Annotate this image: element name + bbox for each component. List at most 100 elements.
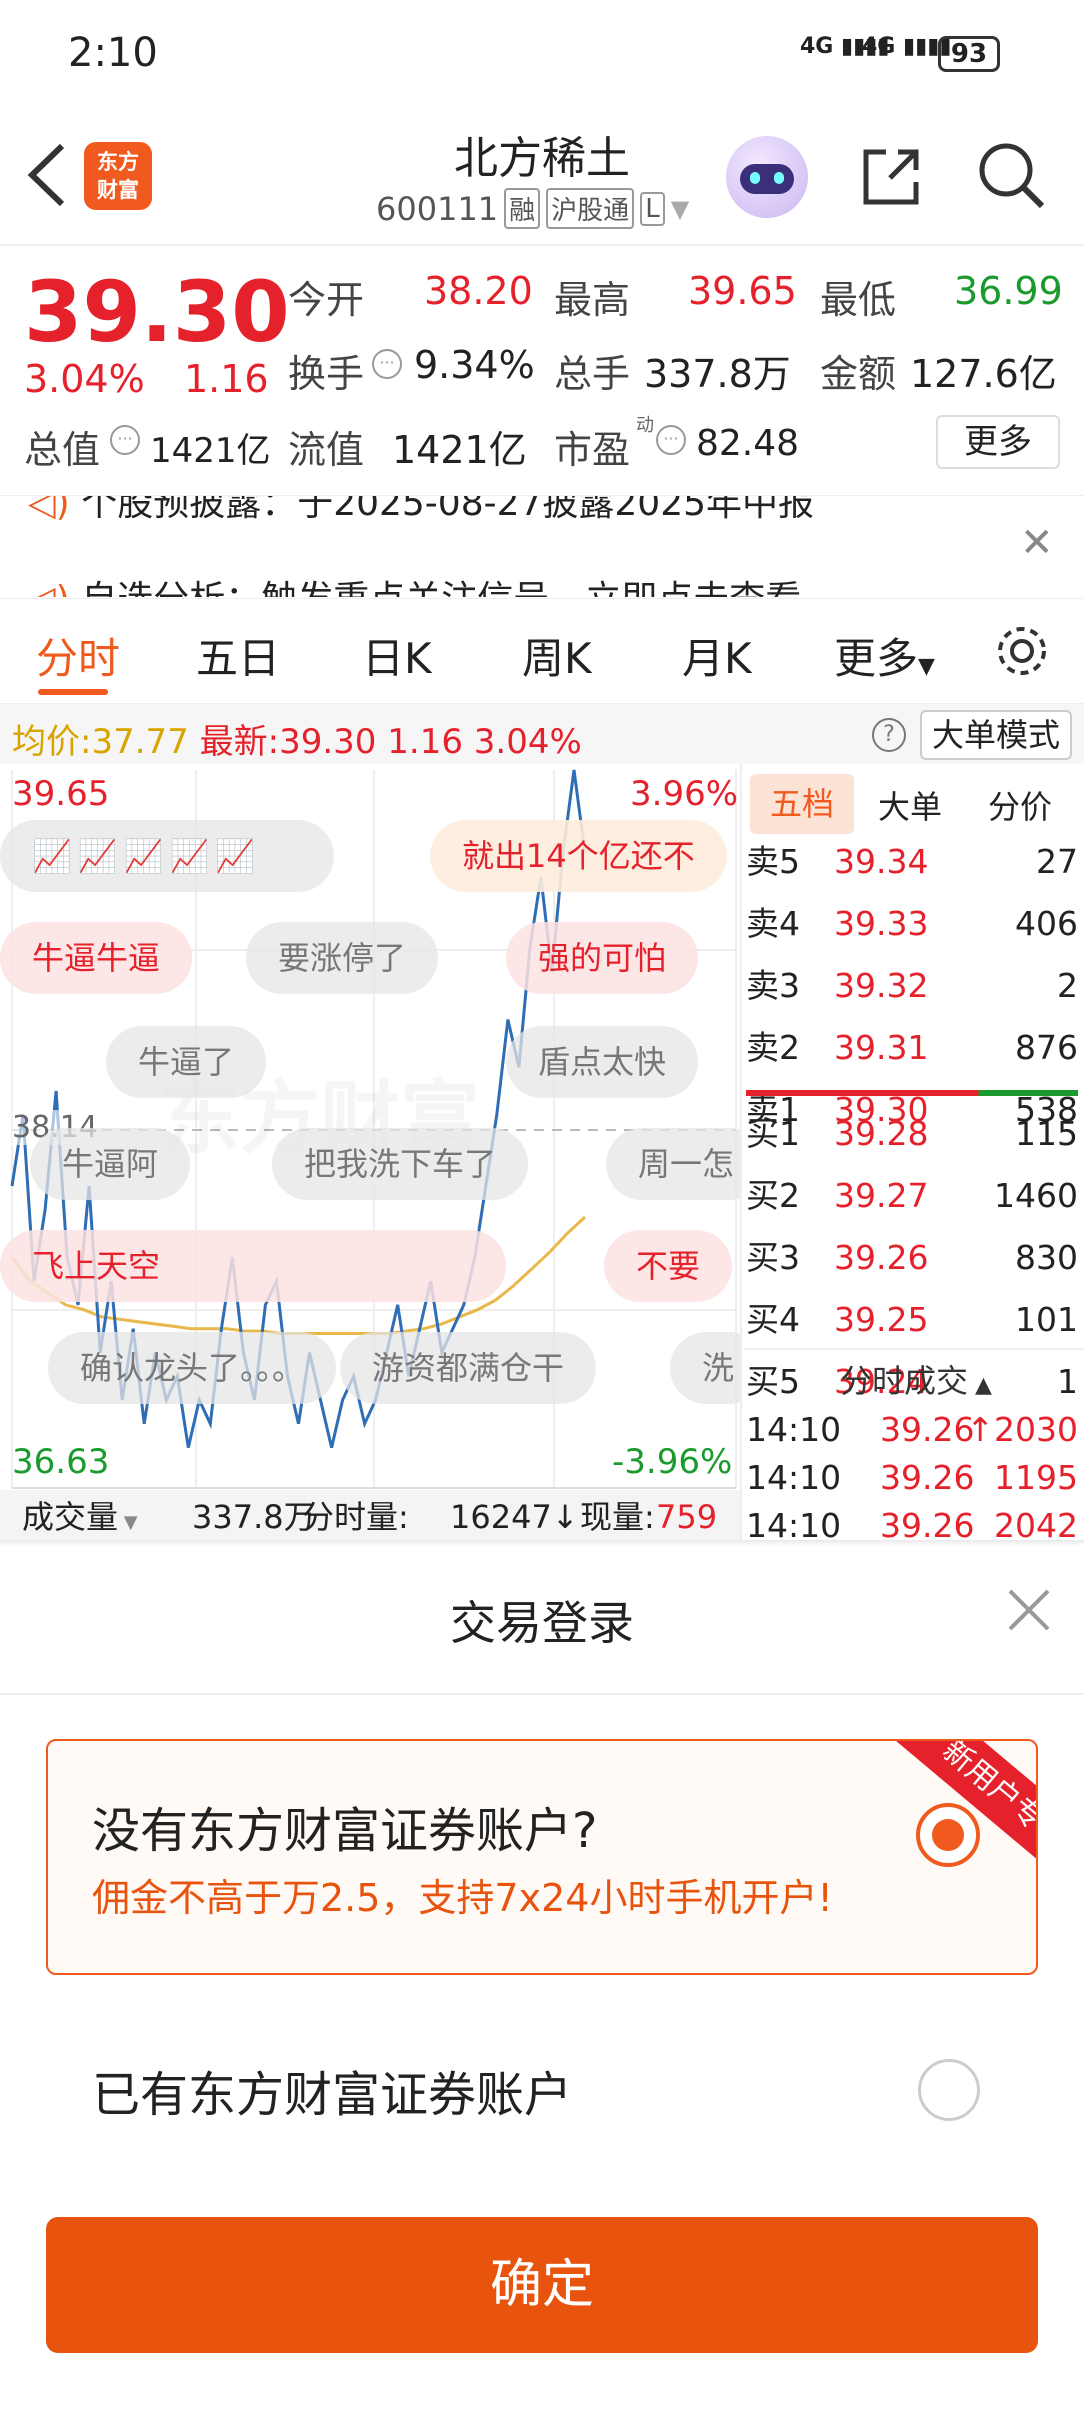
danmu-bubble-14[interactable]: 洗 bbox=[670, 1332, 740, 1404]
info-text: 均价:37.77 最新:39.30 1.16 3.04% bbox=[12, 722, 582, 762]
bid-ask-ratio-bar bbox=[746, 1090, 1078, 1096]
float-cap-value: 1421亿 bbox=[392, 428, 527, 472]
tab-daily-k[interactable]: 日K bbox=[362, 625, 432, 686]
emoji-bubble[interactable]: 📈📈📈📈📈 bbox=[0, 820, 334, 892]
ask-volume: 2 bbox=[1057, 966, 1078, 1005]
divider bbox=[0, 1693, 1084, 1695]
danmu-bubble-9[interactable]: 周一怎 bbox=[606, 1128, 740, 1200]
bid-row: 买3 39.26 830 bbox=[746, 1234, 1078, 1282]
volume-selector[interactable]: 成交量 ▼ bbox=[22, 1490, 138, 1544]
low-label: 最低 bbox=[820, 278, 897, 322]
ask-row: 卖5 39.34 27 bbox=[746, 838, 1078, 886]
bid-price: 39.25 bbox=[834, 1300, 929, 1339]
confirm-button[interactable]: 确定 bbox=[46, 2217, 1038, 2353]
caret-down-icon: ▼ bbox=[918, 654, 935, 679]
danmu-bubble-6[interactable]: 盾点太快 bbox=[506, 1026, 699, 1098]
tab-level5[interactable]: 五档 bbox=[750, 774, 854, 834]
bid-volume: 115 bbox=[1015, 1114, 1078, 1153]
ticks-title[interactable]: 分时成交 ▲ bbox=[840, 1356, 992, 1402]
ask-volume: 27 bbox=[1036, 842, 1078, 881]
notice-line-1[interactable]: ◁) 个股预披露：于2025-08-27披露2025年中报 bbox=[28, 496, 814, 526]
option1-subtitle: 佣金不高于万2.5，支持7x24小时手机开户! bbox=[92, 1876, 833, 1920]
tab-five-day[interactable]: 五日 bbox=[196, 625, 280, 686]
back-icon[interactable] bbox=[20, 140, 76, 210]
big-order-mode-button[interactable]: 大单模式 bbox=[920, 710, 1072, 760]
nav-bar: 东方 财富 北方稀土 600111 融 沪股通 L ▼ bbox=[0, 110, 1084, 245]
info-icon[interactable]: ··· bbox=[372, 349, 402, 379]
speaker-icon: ◁) bbox=[28, 579, 70, 597]
bid-row: 买1 39.28 115 bbox=[746, 1110, 1078, 1158]
option2-title[interactable]: 已有东方财富证券账户 bbox=[92, 2055, 572, 2125]
bid-volume: 1 bbox=[1057, 1362, 1078, 1401]
low-value: 36.99 bbox=[954, 269, 1063, 313]
notice-line-2[interactable]: ◁) 自选分析：触发重点关注信号，立即点击查看 bbox=[28, 570, 801, 597]
tab-intraday[interactable]: 分时 bbox=[36, 625, 120, 686]
float-cap-label: 流值 bbox=[288, 428, 365, 472]
danmu-bubble-8[interactable]: 把我洗下车了 bbox=[272, 1128, 529, 1200]
bid-volume: 101 bbox=[1015, 1300, 1078, 1339]
danmu-bubble-10[interactable]: 飞上天空 bbox=[0, 1230, 506, 1302]
close-icon[interactable] bbox=[1004, 1585, 1054, 1635]
bid-price: 39.26 bbox=[834, 1238, 929, 1277]
settings-gear-icon[interactable] bbox=[992, 621, 1052, 681]
app-logo: 东方 财富 bbox=[84, 142, 152, 210]
ask-volume: 876 bbox=[1015, 1028, 1078, 1067]
divider bbox=[744, 1348, 1084, 1350]
volume-value: 337.8万 bbox=[644, 352, 791, 396]
radio-selected-icon[interactable] bbox=[916, 1803, 980, 1867]
ask-price: 39.32 bbox=[834, 966, 929, 1005]
danmu-bubble-7[interactable]: 牛逼阿 bbox=[30, 1128, 191, 1200]
search-icon[interactable] bbox=[976, 140, 1048, 212]
change-value: 1.16 bbox=[184, 357, 269, 401]
trade-login-sheet: 交易登录 没有东方财富证券账户? 佣金不高于万2.5，支持7x24小时手机开户!… bbox=[0, 1545, 1084, 2412]
tab-weekly-k[interactable]: 周K bbox=[522, 625, 592, 686]
radio-unselected-icon[interactable] bbox=[918, 2059, 980, 2121]
tab-monthly-k[interactable]: 月K bbox=[682, 625, 752, 686]
danmu-bubble-1[interactable]: 就出14个亿还不 bbox=[430, 820, 727, 892]
tab-price-dist[interactable]: 分价 bbox=[988, 782, 1052, 828]
volume-label: 总手 bbox=[554, 352, 631, 396]
open-value: 38.20 bbox=[424, 269, 533, 313]
danmu-bubble-4[interactable]: 强的可怕 bbox=[506, 922, 699, 994]
robot-assistant-icon[interactable] bbox=[726, 136, 808, 218]
bid-price: 39.27 bbox=[834, 1176, 929, 1215]
turnover-value: 9.34% bbox=[414, 343, 535, 387]
bid-label: 买2 bbox=[746, 1176, 800, 1215]
turnover-label: 换手 bbox=[288, 352, 365, 396]
notice-panel: ◁) 个股预披露：于2025-08-27披露2025年中报 ◁) 自选分析：触发… bbox=[0, 495, 1084, 597]
danmu-bubble-5[interactable]: 牛逼了 bbox=[106, 1026, 267, 1098]
total-cap-label: 总值 bbox=[24, 428, 101, 472]
current-price: 39.30 bbox=[24, 263, 290, 361]
ask-label: 卖3 bbox=[746, 966, 800, 1005]
danmu-bubble-11[interactable]: 不要 bbox=[604, 1230, 733, 1302]
tag-l: L bbox=[640, 191, 665, 226]
danmu-bubble-3[interactable]: 要涨停了 bbox=[246, 922, 439, 994]
danmu-bubble-2[interactable]: 牛逼牛逼 bbox=[0, 922, 193, 994]
bid-row: 买4 39.25 101 bbox=[746, 1296, 1078, 1344]
intraday-chart[interactable]: 东方财富 39.65 3.96% 38.14 36.63 -3.96% 📈📈📈📈… bbox=[0, 764, 740, 1544]
bid-row: 买2 39.27 1460 bbox=[746, 1172, 1078, 1220]
open-label: 今开 bbox=[288, 278, 365, 322]
tab-more[interactable]: 更多▼ bbox=[834, 625, 935, 686]
more-button[interactable]: 更多 bbox=[936, 415, 1060, 469]
close-icon[interactable]: ✕ bbox=[1020, 520, 1054, 566]
tab-big-orders[interactable]: 大单 bbox=[878, 782, 942, 828]
share-icon[interactable] bbox=[856, 142, 926, 212]
tick-volume: 1195 bbox=[994, 1458, 1078, 1497]
danmu-bubble-13[interactable]: 游资都满仓干 bbox=[340, 1332, 597, 1404]
tab-active-indicator bbox=[38, 689, 108, 695]
chevron-down-icon[interactable]: ▼ bbox=[671, 195, 689, 223]
tick-volume: ↑2030 bbox=[966, 1410, 1078, 1449]
high-label: 最高 bbox=[554, 278, 631, 322]
help-icon[interactable]: ? bbox=[872, 718, 906, 752]
tick-time: 14:10 bbox=[746, 1410, 842, 1449]
ask-price: 39.33 bbox=[834, 904, 929, 943]
info-icon[interactable]: ··· bbox=[110, 425, 140, 455]
danmu-bubble-12[interactable]: 确认龙头了。。。 bbox=[48, 1332, 337, 1404]
bid-label: 买5 bbox=[746, 1362, 800, 1401]
info-icon[interactable]: ··· bbox=[656, 425, 686, 455]
ask-label: 卖2 bbox=[746, 1028, 800, 1067]
ask-label: 卖4 bbox=[746, 904, 800, 943]
high-value: 39.65 bbox=[688, 269, 797, 313]
option-new-account[interactable]: 没有东方财富证券账户? 佣金不高于万2.5，支持7x24小时手机开户! 新用户专… bbox=[46, 1739, 1038, 1975]
